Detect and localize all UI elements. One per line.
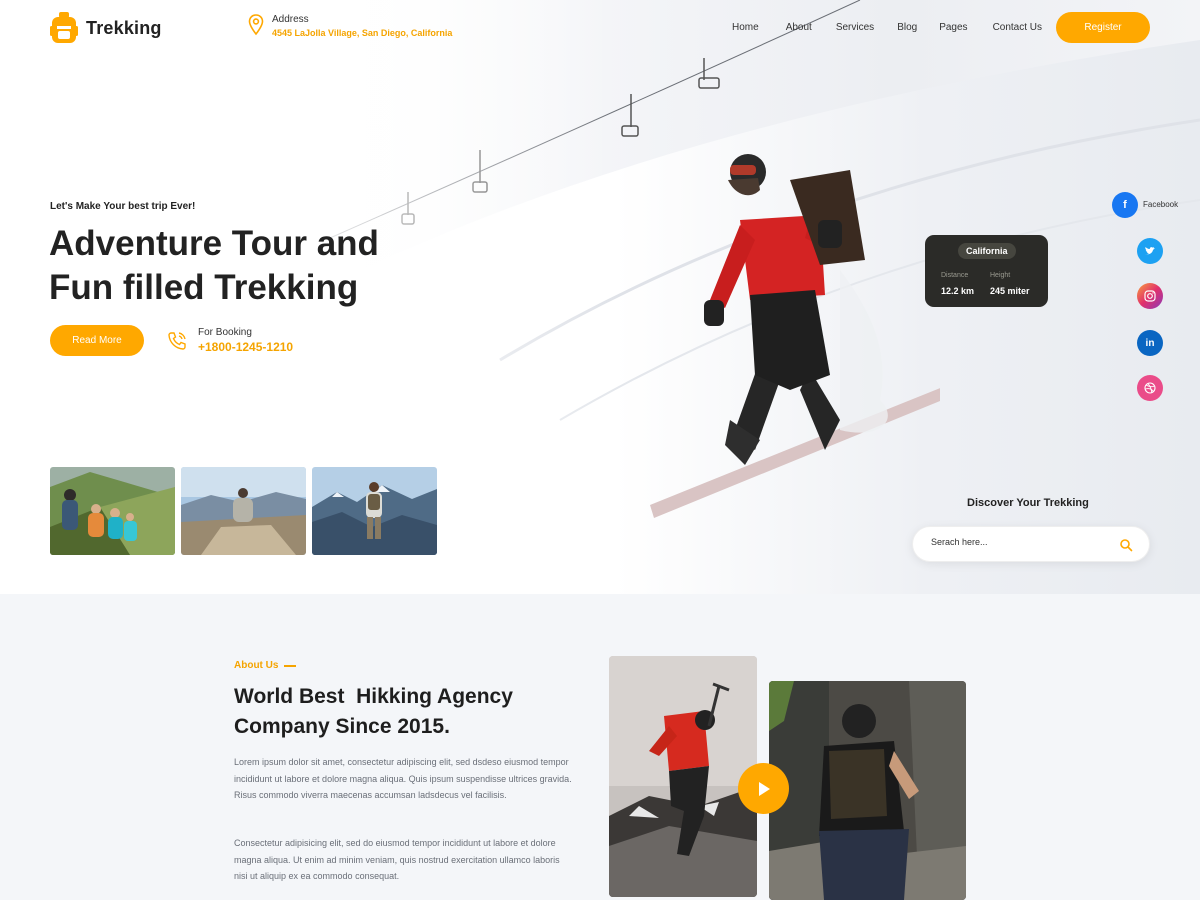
register-button[interactable]: Register	[1056, 12, 1150, 43]
search-box	[912, 526, 1150, 562]
booking-phone[interactable]: +1800-1245-1210	[198, 340, 293, 354]
linkedin-icon[interactable]: in	[1137, 330, 1163, 356]
hero-section: Trekking Address 4545 LaJolla Village, S…	[0, 0, 1200, 594]
search-icon[interactable]	[1119, 538, 1133, 552]
eyebrow-dash	[284, 664, 297, 667]
about-eyebrow: About Us	[234, 660, 297, 671]
address-value: 4545 LaJolla Village, San Diego, Califor…	[272, 28, 453, 38]
hero-thumbnails	[50, 467, 437, 555]
play-icon	[758, 781, 770, 796]
address-label: Address	[272, 14, 309, 25]
snowboarder-image	[650, 154, 940, 518]
backpacker-photo	[769, 681, 966, 900]
about-title: World Best Hikking Agency Company Since …	[234, 682, 554, 742]
height-value: 245 miter	[990, 286, 1030, 296]
trip-info-card: California Distance Height 12.2 km 245 m…	[925, 235, 1048, 307]
nav-home[interactable]: Home	[732, 22, 759, 33]
ice-climber-photo	[609, 656, 757, 897]
discover-title: Discover Your Trekking	[967, 497, 1089, 509]
main-nav: Home About Services Blog Pages Contact U…	[732, 22, 1042, 33]
location-chip: California	[958, 243, 1016, 259]
facebook-icon[interactable]: f	[1112, 192, 1138, 218]
about-title-line-2: Company Since 2015.	[234, 715, 450, 738]
distance-label: Distance	[941, 272, 969, 279]
about-section: About Us World Best Hikking Agency Compa…	[0, 594, 1200, 900]
about-paragraph-1: Lorem ipsum dolor sit amet, consectetur …	[234, 757, 572, 800]
brand-name: Trekking	[86, 17, 162, 38]
facebook-label: Facebook	[1143, 200, 1179, 209]
thumbnail-sitting-hiker[interactable]	[181, 467, 306, 555]
height-label: Height	[990, 272, 1011, 279]
location-pin-icon	[248, 14, 264, 36]
nav-services[interactable]: Services	[836, 22, 874, 33]
nav-about[interactable]: About	[786, 22, 812, 33]
nav-contact-us[interactable]: Contact Us	[993, 22, 1042, 33]
logo[interactable]: Trekking	[50, 12, 162, 44]
nav-pages[interactable]: Pages	[939, 22, 967, 33]
header-address: Address 4545 LaJolla Village, San Diego,…	[248, 14, 452, 38]
backpack-logo-icon	[50, 12, 78, 43]
search-input[interactable]	[931, 537, 1111, 547]
thumbnail-hikers-group[interactable]	[50, 467, 175, 555]
hero-tagline: Let's Make Your best trip Ever!	[50, 201, 196, 212]
distance-value: 12.2 km	[941, 286, 975, 296]
play-video-button[interactable]	[738, 763, 789, 814]
thumbnail-backpacker-view[interactable]	[312, 467, 437, 555]
about-eyebrow-text: About Us	[234, 660, 279, 671]
booking-info: For Booking +1800-1245-1210	[166, 327, 293, 354]
phone-icon	[168, 331, 186, 350]
instagram-icon[interactable]	[1137, 283, 1163, 309]
dribbble-icon[interactable]	[1137, 375, 1163, 401]
hero-title: Adventure Tour and Fun filled Trekking	[49, 222, 469, 310]
read-more-button[interactable]: Read More	[50, 325, 144, 356]
booking-label: For Booking	[198, 327, 252, 338]
about-title-line-1: World Best Hikking Agency	[234, 685, 513, 708]
hero-title-line-1: Adventure Tour and	[49, 224, 379, 263]
nav-blog[interactable]: Blog	[897, 22, 917, 33]
hero-title-line-2: Fun filled Trekking	[49, 268, 359, 307]
twitter-icon[interactable]	[1137, 238, 1163, 264]
about-paragraph-2: Consectetur adipisicing elit, sed do eiu…	[234, 838, 560, 881]
